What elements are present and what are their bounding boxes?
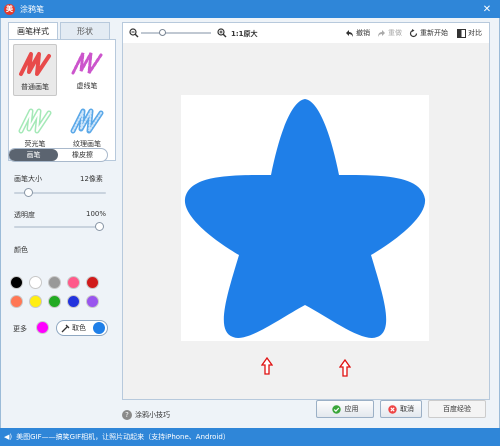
more-colors-label[interactable]: 更多 [13,324,27,334]
color-swatch[interactable] [48,276,61,289]
color-swatch[interactable] [67,276,80,289]
dashed-brush-icon [71,52,103,75]
star-drawing [184,99,426,338]
brush-texture[interactable]: 纹理画笔 [65,102,109,154]
brush-size-slider[interactable] [14,188,106,197]
mode-toggle: 画笔 橡皮擦 [8,148,108,162]
compare-icon [457,28,466,38]
color-swatch[interactable] [86,295,99,308]
pen-mode-button[interactable]: 画笔 [9,149,58,161]
redo-label: 重做 [388,29,402,37]
color-picker-button[interactable]: 取色 [56,320,108,336]
color-swatch[interactable] [67,295,80,308]
color-swatch[interactable] [10,276,23,289]
color-swatch[interactable] [10,295,23,308]
cancel-icon [388,404,397,414]
brush-size-knob[interactable] [23,188,33,197]
more-color-swatch[interactable] [36,321,49,334]
drawing-area[interactable] [123,43,489,399]
brush-dashed[interactable]: 虚线笔 [65,44,109,96]
tab-shape[interactable]: 形状 [60,22,110,39]
brush-normal-label: 普通画笔 [21,83,49,91]
cancel-label: 取消 [400,405,414,413]
zoom-out-icon[interactable] [129,28,139,38]
canvas-toolbar: 1:1原大 撤销 重做 重新开始 对比 [123,23,489,43]
brush-size-label: 画笔大小 [14,175,42,183]
opacity-knob[interactable] [95,222,104,231]
brush-highlighter[interactable]: 荧光笔 [13,102,57,154]
close-icon[interactable]: ✕ [480,2,494,16]
status-text[interactable]: 美图GIF——搞笑GIF相机，让照片动起来（支持iPhone、Android） [16,432,230,442]
watermark-label: 百度经验 [443,405,471,413]
opacity-value: 100% [86,210,107,218]
zoom-in-icon[interactable] [217,28,227,38]
apply-label: 应用 [344,405,359,413]
zoom-knob[interactable] [159,29,166,36]
brush-dashed-label: 虚线笔 [76,82,98,90]
app-logo-icon: 美 [4,3,15,15]
speaker-icon: ◀) [4,433,13,441]
actual-size-button[interactable]: 1:1原大 [231,29,258,39]
opacity-label: 透明度 [14,211,35,219]
action-buttons: 应用 取消 百度经验 [0,400,500,420]
color-swatch[interactable] [48,295,61,308]
more-colors-row: 更多 取色 [10,320,110,336]
brush-normal[interactable]: 普通画笔 [13,44,57,96]
watermark-badge: 百度经验 [428,400,486,418]
restart-label: 重新开始 [420,29,448,37]
color-swatch[interactable] [86,276,99,289]
compare-label: 对比 [468,29,482,37]
highlighter-brush-icon [18,108,52,134]
window-title: 涂鸦笔 [20,4,44,14]
up-arrow-icon [339,359,351,377]
color-swatch[interactable] [29,295,42,308]
brush-size-value: 12像素 [80,175,103,183]
redo-button[interactable]: 重做 [377,28,402,38]
title-bar: 美 涂鸦笔 ✕ [0,0,500,18]
restart-button[interactable]: 重新开始 [409,28,448,38]
cancel-button[interactable]: 取消 [380,400,422,418]
tab-brush-style[interactable]: 画笔样式 [8,22,58,39]
color-picker-label: 取色 [72,324,86,332]
restart-icon [409,28,418,37]
undo-icon [346,29,353,37]
undo-button[interactable]: 撤销 [345,28,370,38]
eyedropper-icon [61,324,70,332]
image-canvas[interactable] [181,95,429,341]
undo-label: 撤销 [356,29,370,37]
opacity-slider[interactable] [14,222,104,231]
tabs: 画笔样式 形状 [8,22,116,39]
zoom-slider[interactable] [141,29,211,36]
color-label: 颜色 [14,246,28,254]
up-arrow-icon [261,357,273,375]
brush-list: 普通画笔 虚线笔 荧光笔 纹理画笔 [8,39,116,161]
color-swatch[interactable] [29,276,42,289]
normal-brush-icon [19,52,51,76]
compare-button[interactable]: 对比 [457,28,482,38]
canvas-panel: 1:1原大 撤销 重做 重新开始 对比 [122,22,490,400]
redo-icon [378,29,385,37]
texture-brush-icon [70,108,104,134]
check-icon [331,404,341,414]
eraser-mode-button[interactable]: 橡皮擦 [58,149,107,161]
status-bar: ◀) 美图GIF——搞笑GIF相机，让照片动起来（支持iPhone、Androi… [0,428,500,446]
apply-button[interactable]: 应用 [316,400,374,418]
current-color-swatch [93,322,105,334]
